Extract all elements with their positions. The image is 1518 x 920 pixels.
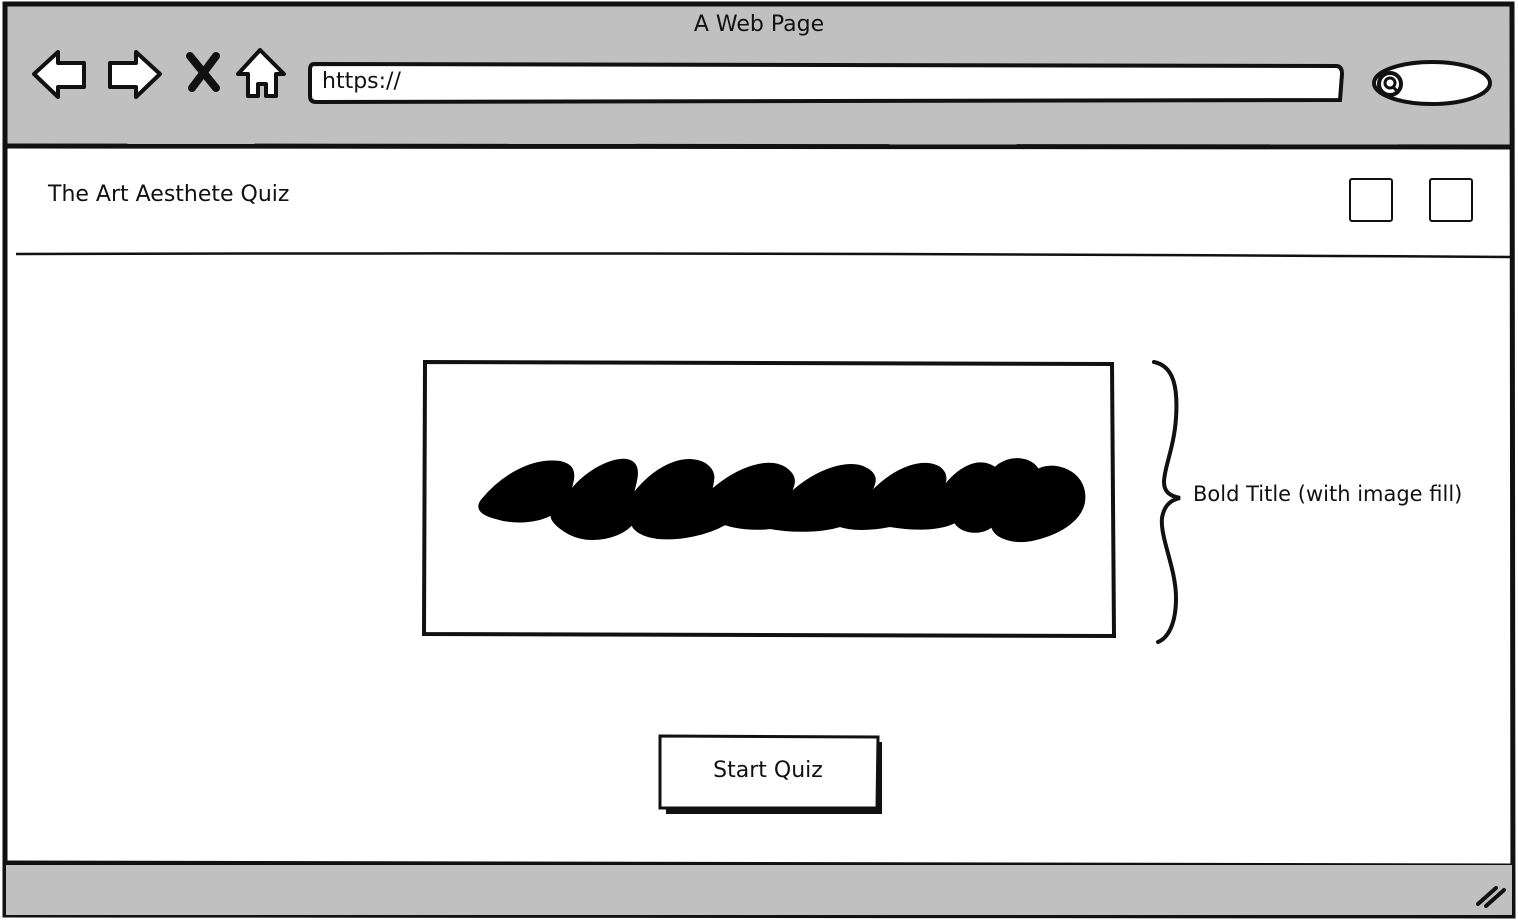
annotation-label: Bold Title (with image fill) [1193,482,1463,506]
scribble-title-placeholder [478,458,1086,542]
browser-window: A Web Page https:// The Art Aesthete Qui… [0,0,1518,920]
status-bar [6,865,1512,915]
site-title: The Art Aesthete Quiz [48,182,290,207]
start-quiz-button[interactable]: Start Quiz [658,734,882,814]
title-image-box [420,358,1120,642]
start-quiz-label[interactable]: Start Quiz [658,734,878,808]
header-icon-box-1[interactable] [1349,178,1393,222]
curly-brace-annotation [1148,358,1188,646]
resize-grip-icon[interactable] [1474,880,1508,910]
header-icon-box-2[interactable] [1429,178,1473,222]
